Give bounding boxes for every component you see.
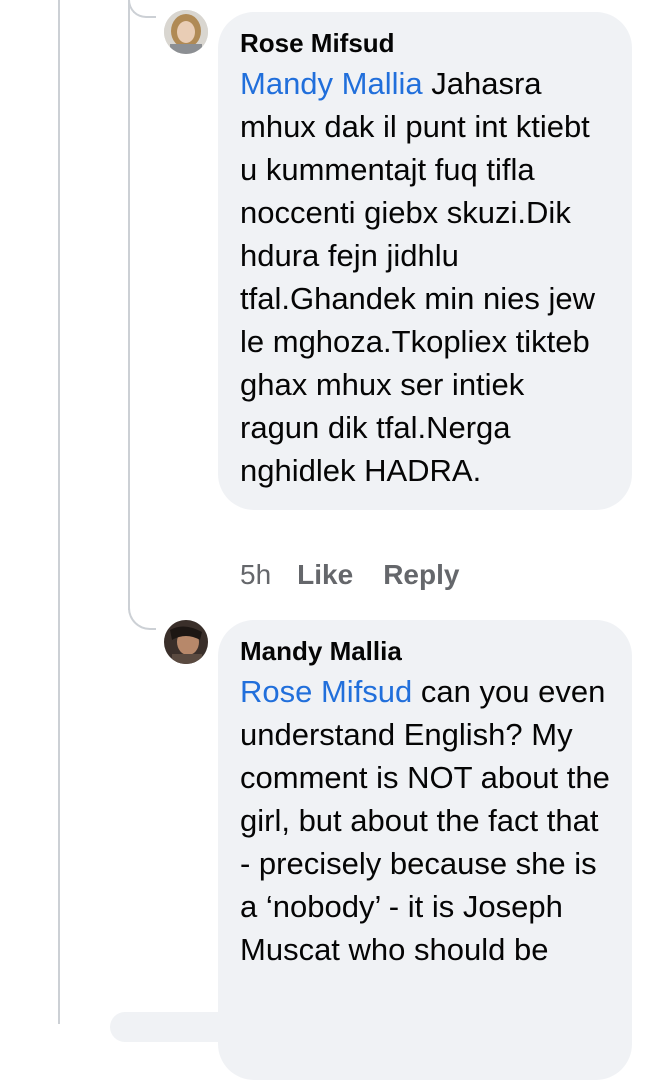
comment-text: Mandy Mallia Jahasra mhux dak il punt in…: [240, 62, 610, 492]
avatar[interactable]: [164, 620, 208, 664]
comment-body: can you even understand English? My comm…: [240, 674, 610, 967]
like-button[interactable]: Like: [297, 558, 353, 592]
comment-bubble: Mandy Mallia Rose Mifsud can you even un…: [218, 620, 632, 1080]
profile-photo-icon: [164, 620, 208, 664]
thread-connector-1: [128, 0, 156, 18]
comment-author[interactable]: Mandy Mallia: [240, 634, 610, 668]
reply-button[interactable]: Reply: [383, 558, 459, 592]
comment-body: Jahasra mhux dak il punt int ktiebt u ku…: [240, 66, 595, 488]
mention-link[interactable]: Rose Mifsud: [240, 674, 412, 709]
next-comment-bubble: [110, 1012, 630, 1042]
comment-actions: 5h Like Reply: [240, 558, 489, 592]
mention-link[interactable]: Mandy Mallia: [240, 66, 423, 101]
profile-photo-icon: [164, 10, 208, 54]
comment-bubble: Rose Mifsud Mandy Mallia Jahasra mhux da…: [218, 12, 632, 510]
thread-line-left: [58, 0, 60, 1024]
comment-timestamp[interactable]: 5h: [240, 558, 271, 592]
thread-connector-2: [128, 606, 156, 630]
comment-text: Rose Mifsud can you even understand Engl…: [240, 670, 610, 971]
comment-author[interactable]: Rose Mifsud: [240, 26, 610, 60]
thread-line-reply: [128, 0, 130, 610]
avatar[interactable]: [164, 10, 208, 54]
